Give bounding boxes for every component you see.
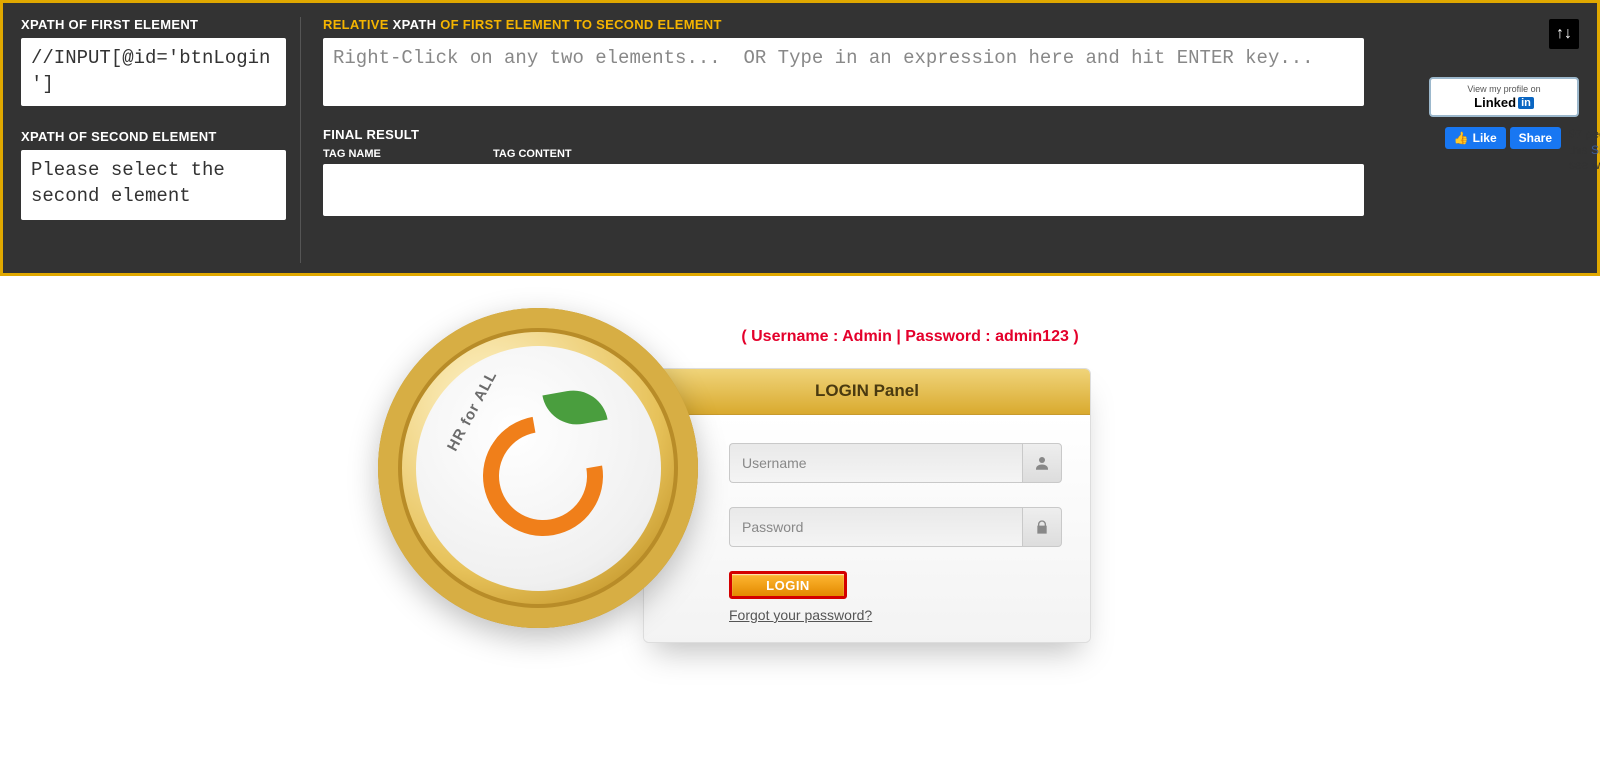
- swap-elements-button[interactable]: ↑↓: [1549, 19, 1579, 49]
- lock-icon: [1022, 507, 1062, 547]
- swap-icon: ↑↓: [1556, 25, 1572, 43]
- label-xpath-first: XPATH OF FIRST ELEMENT: [21, 17, 286, 32]
- fb-share-button[interactable]: Share: [1510, 127, 1561, 149]
- fb-signup-link[interactable]: Sign Up: [1591, 143, 1600, 157]
- xpath-first-input[interactable]: [21, 38, 286, 106]
- linkedin-badge[interactable]: View my profile on Linked in: [1429, 77, 1579, 117]
- login-panel: LOGIN Panel LOGIN Forgot your password?: [643, 368, 1091, 643]
- thumbs-up-icon: 👍: [1454, 131, 1469, 145]
- label-tag-content: TAG CONTENT: [493, 148, 572, 160]
- relative-xpath-input[interactable]: [323, 38, 1364, 106]
- login-button[interactable]: LOGIN: [729, 571, 847, 599]
- forgot-password-link[interactable]: Forgot your password?: [729, 607, 1062, 623]
- password-input[interactable]: [729, 507, 1022, 547]
- label-relative-xpath: RELATIVE XPATH OF FIRST ELEMENT TO SECON…: [323, 17, 1364, 32]
- label-tag-name: TAG NAME: [323, 148, 493, 160]
- label-final-result: FINAL RESULT: [323, 127, 1364, 142]
- xpath-second-input[interactable]: [21, 150, 286, 220]
- fb-like-caption: 97 people like this Sign Up to see what …: [1569, 127, 1600, 174]
- orange-logo-icon: [483, 398, 613, 538]
- linkedin-icon: in: [1518, 97, 1534, 109]
- fb-like-button[interactable]: 👍 Like: [1445, 127, 1506, 149]
- final-result-box: [323, 164, 1364, 216]
- login-area: LOGIN Panel LOGIN Forgot your password? …: [378, 308, 1098, 658]
- login-panel-title: LOGIN Panel: [644, 369, 1090, 415]
- xpath-tool-panel: XPATH OF FIRST ELEMENT XPATH OF SECOND E…: [0, 0, 1600, 276]
- username-input[interactable]: [729, 443, 1022, 483]
- brand-medallion: HR for ALL: [378, 308, 698, 628]
- label-xpath-second: XPATH OF SECOND ELEMENT: [21, 129, 286, 144]
- user-icon: [1022, 443, 1062, 483]
